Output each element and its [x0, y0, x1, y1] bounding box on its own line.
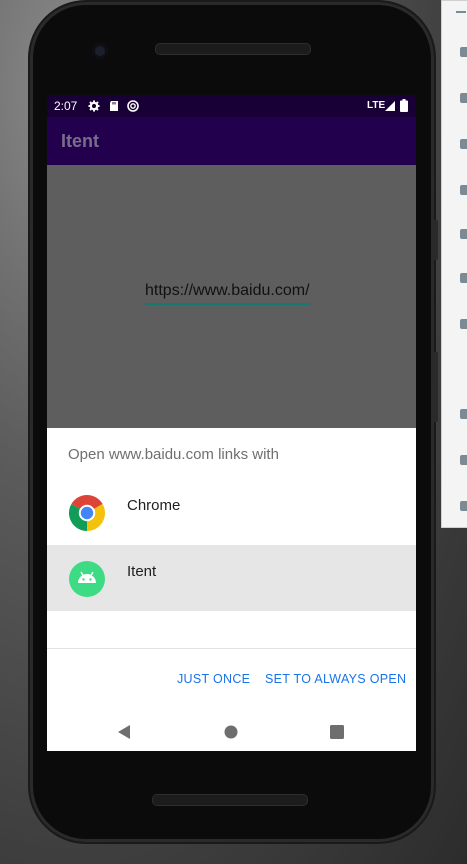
status-bar: 2:07 LTE [47, 95, 416, 117]
rotate-right-icon[interactable] [460, 229, 467, 239]
emulator-toolbar [441, 0, 467, 528]
chrome-icon [69, 495, 105, 531]
app-bar: Itent [47, 117, 416, 165]
camera-icon[interactable] [460, 273, 467, 283]
earpiece-speaker [155, 43, 311, 55]
recents-icon[interactable] [330, 725, 344, 739]
sheet-title: Open www.baidu.com links with [68, 446, 279, 463]
android-app-icon [69, 561, 105, 597]
back-toolbar-icon[interactable] [460, 409, 467, 419]
sheet-divider [47, 648, 416, 649]
battery-icon [400, 99, 408, 112]
home-toolbar-icon[interactable] [460, 455, 467, 465]
app-title: Itent [61, 131, 99, 151]
settings-icon [88, 100, 100, 112]
signal-icon [385, 101, 395, 111]
just-once-button[interactable]: JUST ONCE [177, 672, 250, 686]
rotate-left-icon[interactable] [460, 185, 467, 195]
bottom-speaker [152, 794, 308, 806]
status-time: 2:07 [54, 99, 78, 113]
home-icon[interactable] [224, 725, 238, 739]
navigation-bar [47, 711, 416, 751]
zoom-icon[interactable] [460, 319, 467, 329]
app-option-itent[interactable]: Itent [47, 545, 416, 611]
always-open-button[interactable]: SET TO ALWAYS OPEN [265, 672, 406, 686]
app-option-chrome[interactable]: Chrome [47, 479, 416, 545]
url-input[interactable]: https://www.baidu.com/ [145, 282, 310, 305]
device-screen: 2:07 LTE Itent https://www.baidu.com/ Op… [47, 95, 416, 751]
sync-icon [127, 100, 139, 112]
power-hw-button [432, 352, 438, 422]
sd-card-icon [110, 101, 118, 111]
power-icon[interactable] [460, 47, 467, 57]
volume-hw-button [432, 220, 438, 260]
more-icon[interactable] [460, 501, 467, 511]
app-option-label: Itent [127, 563, 157, 580]
front-camera [92, 43, 108, 59]
volume-down-icon[interactable] [460, 139, 467, 149]
app-option-label: Chrome [127, 497, 181, 514]
volume-up-icon[interactable] [460, 93, 467, 103]
open-with-sheet: Open www.baidu.com links with Chrome Ite… [47, 428, 416, 751]
back-icon[interactable] [117, 724, 131, 740]
minimize-icon[interactable] [456, 11, 466, 13]
network-type: LTE [367, 100, 386, 111]
